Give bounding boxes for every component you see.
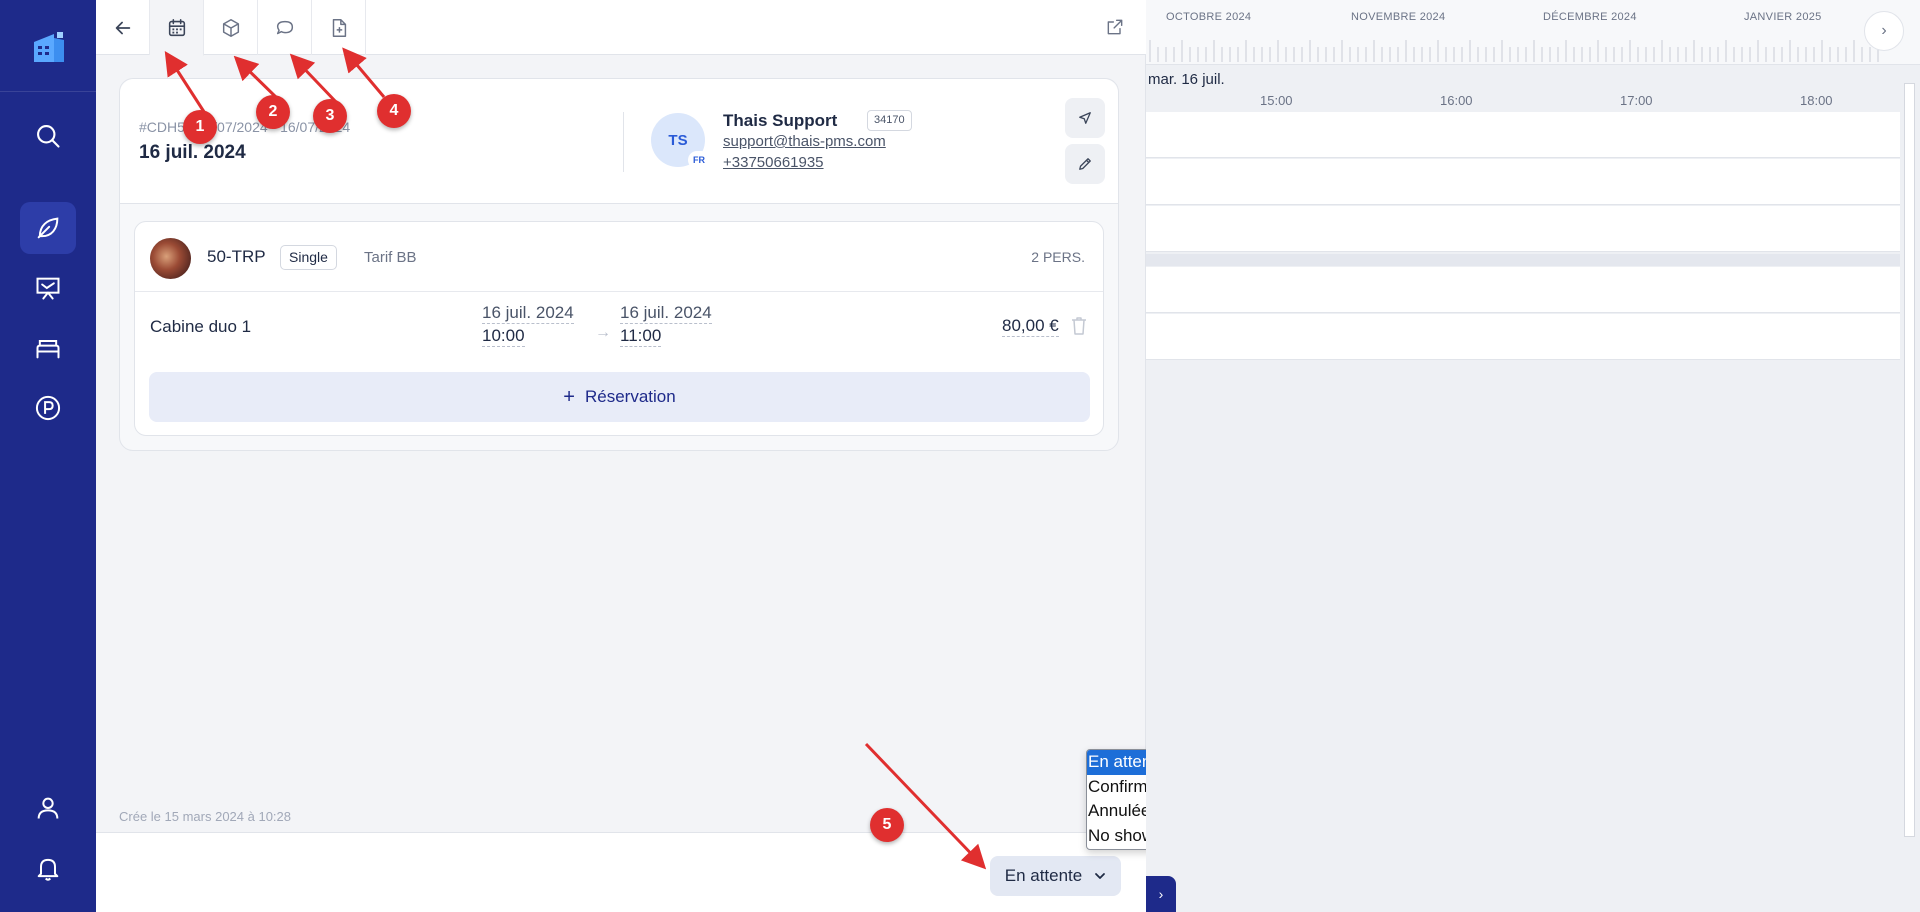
file-add-icon bbox=[332, 18, 346, 37]
back-button[interactable] bbox=[96, 0, 150, 55]
bed-icon bbox=[36, 340, 60, 359]
created-at: Crée le 15 mars 2024 à 10:28 bbox=[119, 809, 291, 824]
room-photo bbox=[150, 238, 191, 279]
annotation-badge: 5 bbox=[870, 808, 904, 842]
pencil-icon bbox=[1079, 158, 1091, 170]
chat-icon bbox=[276, 20, 293, 34]
status-select[interactable]: En attente bbox=[990, 856, 1121, 896]
annotation-badge: 1 bbox=[183, 110, 217, 144]
timeline-row[interactable] bbox=[1146, 159, 1900, 205]
month-label: JANVIER 2025 bbox=[1744, 11, 1822, 23]
guest-language-flag: FR bbox=[688, 151, 710, 169]
end-time[interactable]: 11:00 bbox=[620, 325, 662, 347]
end-date[interactable]: 16 juil. 2024 bbox=[620, 302, 712, 324]
parking-icon bbox=[35, 395, 61, 421]
tab-calendar[interactable] bbox=[150, 0, 204, 56]
tab-products[interactable] bbox=[204, 0, 258, 55]
toggle-panel-button[interactable]: › bbox=[1146, 876, 1176, 912]
add-reservation-label: Réservation bbox=[584, 387, 676, 406]
room-header: 50-TRP Single Tarif BB 2 PERS. bbox=[135, 222, 1103, 292]
sidebar-item-presentation[interactable] bbox=[20, 262, 76, 314]
timeline-scrollbar[interactable] bbox=[1900, 65, 1920, 845]
month-label: NOVEMBRE 2024 bbox=[1351, 11, 1446, 23]
sidebar-item-rooms[interactable] bbox=[20, 322, 76, 374]
room-block: 50-TRP Single Tarif BB 2 PERS. Cabine du… bbox=[134, 221, 1104, 436]
user-icon bbox=[37, 797, 59, 819]
cursor-arrow-icon bbox=[1079, 112, 1091, 124]
edit-button[interactable] bbox=[1065, 144, 1105, 184]
logo-icon[interactable] bbox=[28, 28, 68, 64]
timeline-next-button[interactable]: › bbox=[1864, 11, 1904, 51]
sidebar bbox=[0, 0, 96, 912]
timeline-row[interactable] bbox=[1146, 314, 1900, 360]
leaf-icon bbox=[37, 217, 59, 239]
timeline-panel: OCTOBRE 2024 NOVEMBRE 2024 DÉCEMBRE 2024… bbox=[1146, 0, 1920, 912]
arrow-right-icon: → bbox=[595, 324, 611, 341]
bell-icon bbox=[37, 858, 59, 881]
room-tarif: Tarif BB bbox=[364, 249, 417, 266]
tab-documents[interactable] bbox=[312, 0, 366, 55]
chevron-right-icon: › bbox=[1158, 886, 1164, 902]
hour-label: 16:00 bbox=[1440, 93, 1473, 108]
annotation-badge: 2 bbox=[256, 95, 290, 129]
chevron-down-icon bbox=[1095, 873, 1106, 879]
room-persons: 2 PERS. bbox=[1031, 249, 1085, 265]
month-label: DÉCEMBRE 2024 bbox=[1543, 11, 1637, 23]
month-label: OCTOBRE 2024 bbox=[1166, 11, 1252, 23]
sidebar-item-activity[interactable] bbox=[20, 202, 76, 254]
add-reservation-button[interactable]: + Réservation bbox=[149, 372, 1090, 422]
hour-label: 15:00 bbox=[1260, 93, 1293, 108]
sidebar-item-search[interactable] bbox=[20, 110, 76, 162]
scrollbar-thumb[interactable] bbox=[1904, 83, 1915, 837]
sidebar-item-notifications[interactable] bbox=[20, 842, 76, 894]
timeline-group-gap bbox=[1146, 254, 1900, 266]
start-date[interactable]: 16 juil. 2024 bbox=[482, 302, 574, 324]
reservation-date: 16 juil. 2024 bbox=[139, 142, 246, 163]
calendar-icon bbox=[168, 18, 185, 36]
timeline-row[interactable] bbox=[1146, 112, 1900, 158]
timeline-month-bar: OCTOBRE 2024 NOVEMBRE 2024 DÉCEMBRE 2024… bbox=[1146, 0, 1920, 65]
guest-phone-link[interactable]: +33750661935 bbox=[723, 154, 824, 171]
guest-email-link[interactable]: support@thais-pms.com bbox=[723, 133, 886, 150]
trash-icon bbox=[1072, 317, 1086, 335]
booking-line-name: Cabine duo 1 bbox=[150, 317, 252, 336]
tab-messages[interactable] bbox=[258, 0, 312, 55]
delete-line-button[interactable] bbox=[1069, 315, 1089, 337]
timeline-day: mar. 16 juil. bbox=[1148, 71, 1225, 88]
timeline-row[interactable] bbox=[1146, 267, 1900, 313]
guest-id-badge: 34170 bbox=[867, 110, 912, 131]
hour-label: 17:00 bbox=[1620, 93, 1653, 108]
timeline-ticks[interactable] bbox=[1146, 38, 1886, 64]
header-divider bbox=[623, 112, 624, 172]
back-arrow-icon bbox=[115, 21, 130, 34]
cube-icon bbox=[222, 18, 239, 37]
external-link-icon bbox=[1107, 19, 1123, 35]
booking-line-price[interactable]: 80,00 € bbox=[1002, 315, 1059, 337]
panel-footer bbox=[96, 832, 1146, 912]
tab-bar bbox=[96, 0, 1146, 56]
chevron-right-icon: › bbox=[1881, 22, 1887, 39]
guest-name[interactable]: Thais Support bbox=[723, 111, 837, 131]
board-icon bbox=[36, 277, 60, 300]
reservation-card: #CDH5 • 16/07/2024 - 16/07/2024 16 juil.… bbox=[119, 78, 1119, 451]
annotation-badge: 4 bbox=[377, 94, 411, 128]
hour-label: 18:00 bbox=[1800, 93, 1833, 108]
room-code: 50-TRP bbox=[207, 247, 266, 266]
status-current: En attente bbox=[1004, 866, 1083, 885]
sidebar-item-parking[interactable] bbox=[20, 382, 76, 434]
start-time[interactable]: 10:00 bbox=[482, 325, 525, 347]
open-external-button[interactable] bbox=[1102, 14, 1128, 40]
send-button[interactable] bbox=[1065, 98, 1105, 138]
timeline-row[interactable] bbox=[1146, 206, 1900, 252]
reservation-panel: #CDH5 • 16/07/2024 - 16/07/2024 16 juil.… bbox=[96, 0, 1222, 912]
timeline-grid bbox=[1146, 112, 1900, 362]
sidebar-divider bbox=[0, 91, 96, 92]
search-icon bbox=[37, 125, 60, 148]
annotation-badge: 3 bbox=[313, 99, 347, 133]
sidebar-item-account[interactable] bbox=[20, 782, 76, 834]
room-type-badge: Single bbox=[280, 245, 337, 270]
plus-icon: + bbox=[563, 385, 575, 408]
